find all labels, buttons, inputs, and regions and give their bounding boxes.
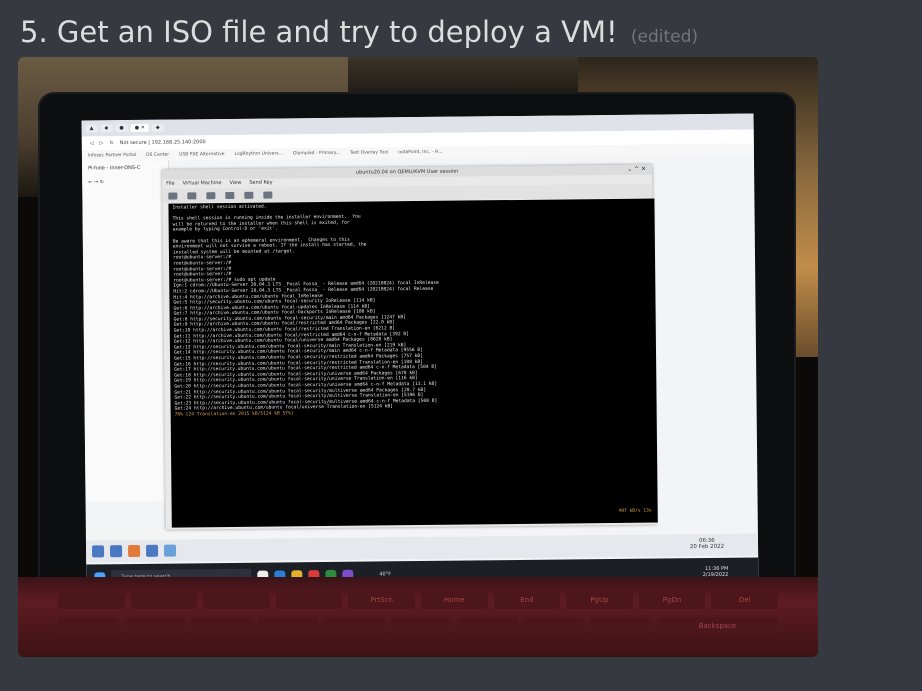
menu-view: View [229, 179, 242, 186]
pihole-item: Pi-hole - Inner-DNS-C [88, 164, 141, 172]
message-text: 5. Get an ISO file and try to deploy a V… [20, 15, 618, 49]
browser-tab: ◆ [100, 124, 113, 133]
key [58, 591, 125, 609]
favorite-item: Infosec Partner Portal [87, 152, 137, 159]
key-home: Home [420, 591, 488, 609]
key [58, 617, 119, 635]
menu-send-key: Send Key [249, 179, 273, 186]
key-prtscn: PrtScn [348, 591, 415, 609]
power-icon [244, 191, 254, 199]
key-end: End [493, 591, 561, 609]
folder-icon [146, 544, 159, 557]
message-heading: 5. Get an ISO file and try to deploy a V… [20, 12, 698, 57]
browser-tab: ● [115, 124, 128, 133]
key-pgdn: PgDn [638, 591, 706, 609]
key [457, 617, 518, 635]
refresh-icon: ↻ [109, 140, 114, 147]
download-rate: 497 kB/s 13s [618, 508, 652, 515]
key [191, 617, 252, 635]
vm-window: ubuntu20.04 on QEMU/KVM User session ⌄ ^… [162, 164, 658, 530]
monitor-icon [168, 192, 178, 200]
address-text: Not secure | 192.168.25.140:2000 [119, 139, 206, 147]
vm-manager-icon [164, 544, 177, 557]
favorite-item: LogRhythm Univers... [234, 151, 283, 157]
key [390, 617, 452, 635]
key-del: Del [711, 591, 778, 609]
browser-tab: ▲ [85, 124, 98, 133]
browser-tab: ◆ [151, 123, 164, 132]
forward-icon: ▷ [99, 140, 104, 147]
vm-clock: 06:36 20 Feb 2022 [690, 538, 724, 550]
key [523, 617, 585, 635]
key [203, 591, 270, 609]
key-backspace: Backspace [656, 617, 779, 635]
browser-side-pane: Pi-hole - Inner-DNS-C ← → ↻ [81, 160, 173, 502]
key [324, 617, 385, 635]
keyboard-row: PrtScn Home End PgUp PgDn Del [58, 591, 778, 609]
info-icon [187, 191, 197, 199]
play-icon [206, 191, 216, 199]
taskbar-icon [92, 545, 105, 558]
pause-icon [225, 191, 235, 199]
favorite-item: Text Overlay Tool [350, 150, 389, 156]
browser-tab-active: ● ✕ [130, 123, 149, 133]
favorite-item: DS Center [146, 152, 170, 158]
favorite-item: USB PXE Alternative [179, 152, 225, 158]
laptop-keyboard: PrtScn Home End PgUp PgDn Del Backspace [18, 577, 818, 657]
key-pgup: PgUp [566, 591, 633, 609]
keyboard-row: Backspace [58, 617, 779, 635]
vm-clock-date: 20 Feb 2022 [689, 543, 725, 551]
vm-terminal: Installer shell session activated. This … [168, 198, 658, 528]
favorite-item: Olympiad - Primary... [292, 150, 341, 157]
background-wall-middle [348, 57, 578, 97]
edited-label: (edited) [630, 27, 699, 47]
key [275, 591, 343, 609]
key [124, 617, 186, 635]
vm-title: ubuntu20.04 on QEMU/KVM User session [355, 168, 459, 176]
back-icon: ◁ [89, 140, 94, 147]
nav-arrows: ← → ↻ [88, 179, 104, 186]
attachment-photo[interactable]: ▲ ◆ ● ● ✕ ◆ ◁ ▷ ↻ Not secure | 192.168.2… [18, 57, 818, 657]
laptop-screen: ▲ ◆ ● ● ✕ ◆ ◁ ▷ ↻ Not secure | 192.168.2… [81, 113, 759, 591]
snapshot-icon [263, 191, 273, 199]
key [590, 617, 651, 635]
menu-virtual-machine: Virtual Machine [182, 180, 222, 187]
menu-file: File [166, 180, 175, 187]
key [130, 591, 198, 609]
window-controls: ⌄ ^ ✕ [627, 165, 647, 173]
taskbar-icon [110, 545, 123, 558]
firefox-icon [128, 544, 141, 558]
key [257, 617, 319, 635]
favorite-item: ootaPoint, Inc. - H... [398, 149, 443, 156]
terminal-output: Installer shell session activated. This … [172, 201, 652, 413]
